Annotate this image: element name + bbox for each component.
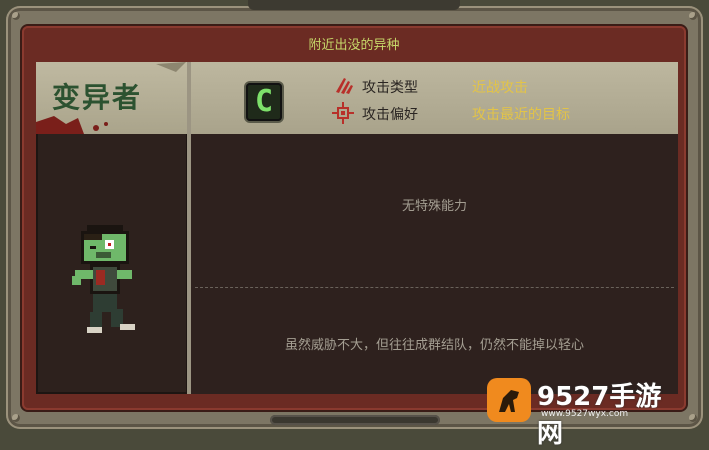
blood-splatter-icon [36,62,186,134]
watermark: 9527手游网 www.9527wyx.com [485,376,685,449]
rivet [12,414,20,422]
crosshair-icon [332,102,354,124]
claw-icon [336,78,353,94]
attack-type-label: 攻击类型 [362,80,418,96]
rivet [12,12,20,20]
rivet [689,414,697,422]
panel-title: 附近出没的异种 [308,38,400,53]
rivet [689,12,697,20]
watermark-url: www.9527wyx.com [541,409,629,419]
zombie-portrait-icon [72,225,135,333]
section-divider [195,287,674,288]
ability-panel [191,134,678,394]
portrait-column: 变异者 [36,62,188,394]
frame-bottom-handle [270,415,440,425]
special-ability-text: 无特殊能力 [401,199,467,214]
monster-description: 虽然威胁不大，但往往成群结队，仍然不能掉以轻心 [284,338,584,353]
frame-top-handle [248,0,460,10]
attack-pref-value: 攻击最近的目标 [472,107,570,123]
name-plate: 变异者 [36,62,188,134]
attack-pref-label: 攻击偏好 [362,107,418,123]
attack-type-value: 近战攻击 [472,80,528,96]
grade-badge: C [246,83,282,121]
horse-logo-icon [487,378,531,422]
